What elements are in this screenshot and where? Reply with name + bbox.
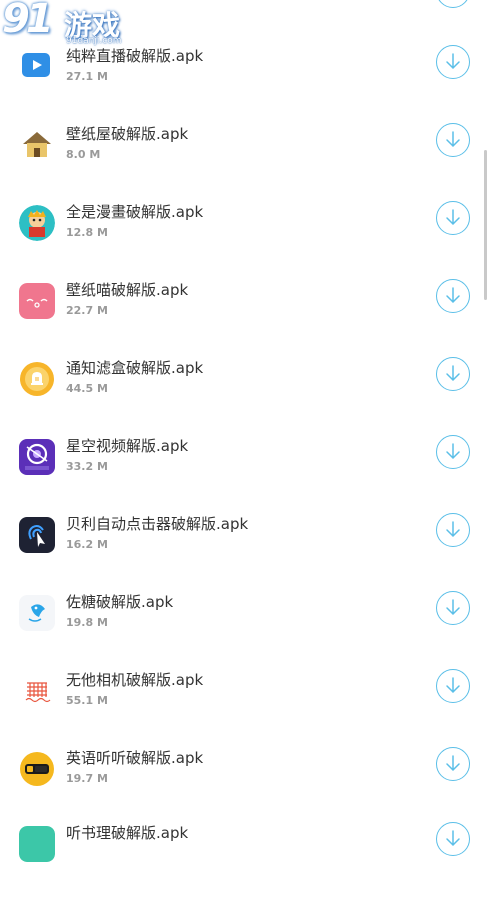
download-arrow-icon — [446, 830, 460, 847]
download-arrow-icon — [446, 365, 460, 382]
download-button[interactable] — [436, 747, 470, 781]
download-button[interactable] — [436, 822, 470, 856]
download-arrow-icon — [446, 755, 460, 772]
app-size: 19.7 M — [66, 772, 108, 785]
download-button[interactable] — [436, 669, 470, 703]
cat-face-icon — [19, 283, 55, 319]
app-name: 通知滤盒破解版.apk — [66, 359, 204, 377]
list-item[interactable]: 纯粹直播破解版.apk 27.1 M — [0, 45, 482, 127]
app-name: 壁纸喵破解版.apk — [66, 281, 189, 299]
download-arrow-icon — [446, 287, 460, 304]
download-arrow-icon — [446, 521, 460, 538]
download-arrow-icon — [446, 131, 460, 148]
download-button[interactable] — [436, 513, 470, 547]
house-icon — [19, 127, 55, 163]
auto-click-icon — [19, 517, 55, 553]
list-item[interactable]: 无他相机破解版.apk 55.1 M — [0, 669, 482, 751]
app-name: 贝利自动点击器破解版.apk — [66, 515, 249, 533]
list-item[interactable]: 佐糖破解版.apk 19.8 M — [0, 591, 482, 673]
app-name: 壁纸屋破解版.apk — [66, 125, 189, 143]
partial-app-icon — [19, 826, 55, 862]
list-item[interactable]: 全是漫畫破解版.apk 12.8 M — [0, 201, 482, 283]
app-size: 16.2 M — [66, 538, 108, 551]
list-item[interactable]: 贝利自动点击器破解版.apk 16.2 M — [0, 513, 482, 595]
list-item[interactable]: 英语听听破解版.apk 19.7 M — [0, 747, 482, 829]
starry-video-icon — [19, 439, 55, 475]
app-size: 12.8 M — [66, 226, 108, 239]
app-size: 33.2 M — [66, 460, 108, 473]
download-arrow-icon — [446, 443, 460, 460]
app-name: 听书理破解版.apk — [66, 824, 189, 842]
scrollbar[interactable] — [484, 150, 487, 300]
download-arrow-icon — [446, 53, 460, 70]
photo-edit-icon — [19, 595, 55, 631]
download-arrow-icon — [446, 599, 460, 616]
watermark-number: 91 — [2, 0, 54, 42]
list-item[interactable]: 壁纸喵破解版.apk 22.7 M — [0, 279, 482, 361]
list-item[interactable]: 星空视频解版.apk 33.2 M — [0, 435, 482, 517]
download-button[interactable] — [436, 201, 470, 235]
app-size: 22.7 M — [66, 304, 108, 317]
download-arrow-icon — [446, 209, 460, 226]
notification-bell-icon — [19, 361, 55, 397]
comic-reader-icon — [19, 205, 55, 241]
download-button[interactable] — [436, 357, 470, 391]
app-size: 27.1 M — [66, 70, 108, 83]
app-size: 44.5 M — [66, 382, 108, 395]
list-item[interactable]: 壁纸屋破解版.apk 8.0 M — [0, 123, 482, 205]
watermark-logo: 91 游戏 91danji.com — [0, 0, 140, 56]
download-arrow-icon — [446, 677, 460, 694]
tingting-icon — [19, 751, 55, 787]
download-button[interactable] — [436, 591, 470, 625]
app-size: 8.0 M — [66, 148, 101, 161]
watermark-domain: 91danji.com — [66, 36, 122, 46]
download-button[interactable] — [436, 45, 470, 79]
app-name: 全是漫畫破解版.apk — [66, 203, 204, 221]
app-name: 英语听听破解版.apk — [66, 749, 204, 767]
app-name: 佐糖破解版.apk — [66, 593, 174, 611]
app-size: 55.1 M — [66, 694, 108, 707]
download-button[interactable] — [436, 435, 470, 469]
list-item[interactable]: 通知滤盒破解版.apk 44.5 M — [0, 357, 482, 439]
app-name: 无他相机破解版.apk — [66, 671, 204, 689]
download-button[interactable] — [436, 279, 470, 313]
download-button[interactable] — [436, 0, 470, 8]
app-size: 19.8 M — [66, 616, 108, 629]
list-item[interactable]: 听书理破解版.apk — [0, 822, 482, 904]
download-button[interactable] — [436, 123, 470, 157]
app-name: 星空视频解版.apk — [66, 437, 189, 455]
camera-grid-icon — [19, 673, 55, 709]
